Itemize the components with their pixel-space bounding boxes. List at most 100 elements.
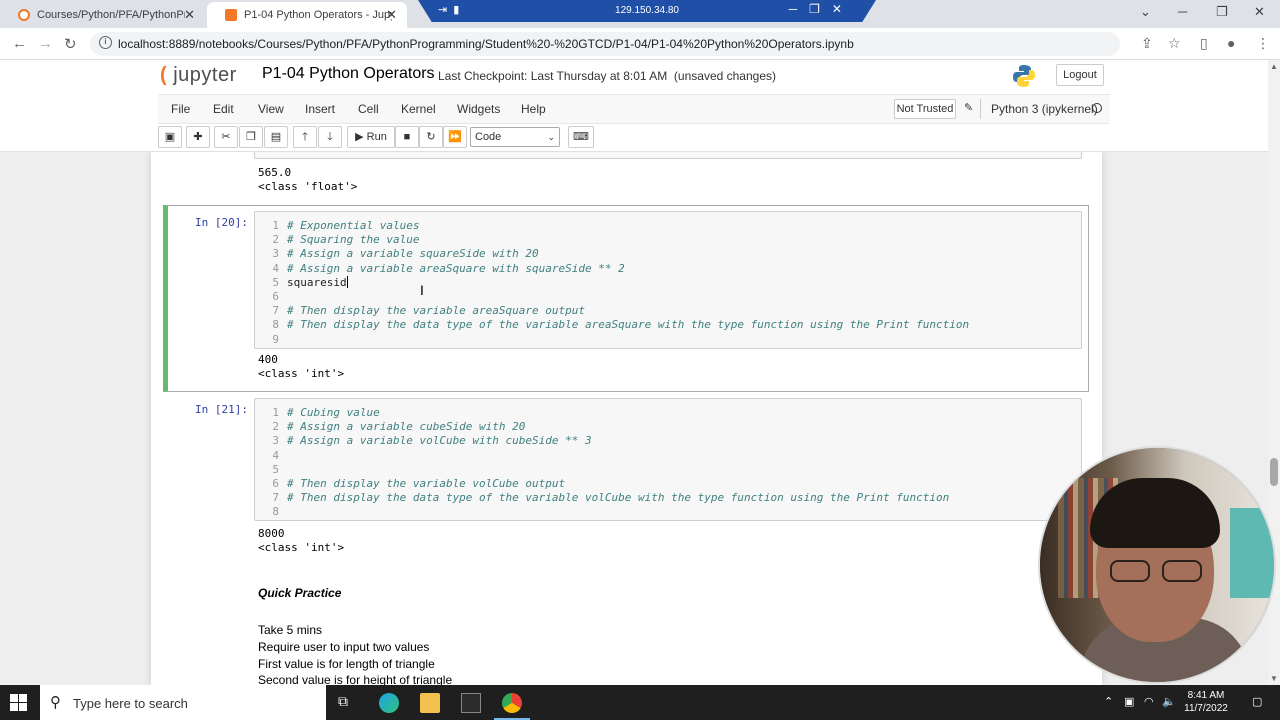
insert-cell-button[interactable]: ✚ [186, 126, 210, 148]
share-icon[interactable]: ⇪ [1141, 35, 1153, 52]
jupyter-header: ( jupyter P1-04 Python Operators Last Ch… [0, 60, 1268, 152]
code-line: # Then display the data type of the vari… [287, 491, 950, 505]
unsaved-text: (unsaved changes) [673, 69, 776, 83]
code-line: # Assign a variable volCube with cubeSid… [287, 434, 592, 448]
address-input[interactable]: i localhost:8889/notebooks/Courses/Pytho… [90, 32, 1120, 56]
line-number: 2 [272, 420, 279, 434]
kernel-indicator[interactable]: Python 3 (ipykernel) [980, 99, 1108, 119]
save-button[interactable]: ▣ [158, 126, 182, 148]
forward-icon[interactable]: → [38, 35, 53, 52]
cut-button[interactable]: ✂ [214, 126, 238, 148]
jupyter-logo[interactable]: ( jupyter [160, 64, 237, 87]
side-panel-icon[interactable]: ▯ [1200, 35, 1208, 52]
task-view-icon[interactable]: ⧉ [338, 693, 358, 713]
run-button[interactable]: ▶ Run [347, 126, 395, 148]
menu-help[interactable]: Help [521, 102, 546, 116]
line-number: 6 [272, 476, 279, 490]
restart-button[interactable]: ↻ [419, 126, 443, 148]
fast-forward-icon: ⏩ [448, 131, 462, 143]
remote-window-controls-icon[interactable]: ─❐✕ [789, 2, 854, 16]
kernel-idle-icon [1092, 103, 1102, 113]
terminal-icon[interactable] [461, 693, 481, 713]
tab-label: Courses/Python/PFA/PythonProg [37, 9, 185, 21]
line-number: 2 [272, 233, 279, 247]
stop-icon: ■ [403, 131, 411, 143]
browser-tab-strip: Courses/Python/PFA/PythonProg ✕ P1-04 Py… [0, 0, 1280, 28]
cell-output: 8000 <class 'int'> [258, 527, 344, 555]
cell-type-select[interactable]: Code ⌄ [470, 127, 560, 147]
output-line: 400 [258, 353, 278, 366]
browser-menu-icon[interactable]: ⋮ [1256, 35, 1270, 52]
file-explorer-icon[interactable] [420, 693, 440, 713]
output-line: 565.0 [258, 166, 292, 179]
reload-icon[interactable]: ↻ [64, 35, 77, 53]
prev-cell-input[interactable] [254, 152, 1082, 159]
play-icon: ▶ [355, 131, 364, 143]
close-tab-icon[interactable]: ✕ [386, 7, 397, 23]
restart-run-all-button[interactable]: ⏩ [443, 126, 467, 148]
menu-insert[interactable]: Insert [305, 102, 335, 116]
windows-start-icon[interactable] [10, 694, 27, 711]
scroll-up-icon[interactable]: ▲ [1270, 62, 1278, 71]
restart-icon: ↻ [426, 131, 436, 143]
paste-button[interactable]: ▤ [264, 126, 288, 148]
code-text: squaresid [287, 275, 347, 289]
site-info-icon[interactable]: i [99, 36, 112, 49]
tab-notebook[interactable]: P1-04 Python Operators - Jupyte ✕ [207, 2, 407, 28]
markdown-line: Require user to input two values [258, 640, 430, 654]
output-line: <class 'int'> [258, 367, 345, 380]
close-tab-icon[interactable]: ✕ [184, 7, 195, 23]
restore-icon[interactable]: ❐ [1216, 4, 1228, 20]
edge-icon[interactable] [379, 693, 399, 713]
webcam-overlay [1038, 446, 1276, 684]
address-bar-row: ← → ↻ i localhost:8889/notebooks/Courses… [0, 28, 1280, 60]
taskbar-clock[interactable]: 8:41 AM 11/7/2022 [1180, 689, 1232, 715]
menu-edit[interactable]: Edit [213, 102, 234, 116]
volume-icon[interactable]: 🔈 [1162, 695, 1176, 708]
menu-cell[interactable]: Cell [358, 102, 379, 116]
jupyter-logo-text: jupyter [173, 64, 237, 86]
menu-view[interactable]: View [258, 102, 284, 116]
back-icon[interactable]: ← [12, 35, 27, 52]
search-icon: ⚲ [50, 694, 61, 711]
chrome-icon[interactable] [502, 693, 522, 713]
menu-file[interactable]: File [171, 102, 190, 116]
line-number: 7 [272, 491, 279, 505]
interrupt-button[interactable]: ■ [395, 126, 419, 148]
wifi-icon[interactable]: ◠ [1144, 695, 1154, 708]
profile-avatar-icon[interactable]: ● [1227, 35, 1235, 51]
python-logo-icon [1013, 65, 1035, 87]
menu-widgets[interactable]: Widgets [457, 102, 500, 116]
code-cell-editor[interactable]: 1 2 3 4 5 6 7 8 9 # Exponential values #… [254, 211, 1082, 349]
bookmark-star-icon[interactable]: ☆ [1168, 35, 1181, 52]
line-number: 5 [272, 462, 279, 476]
code-cell-editor[interactable]: 1 2 3 4 5 6 7 8 # Cubing value # Assign … [254, 398, 1082, 521]
move-down-button[interactable]: 🡓 [318, 126, 342, 148]
line-number: 4 [272, 261, 279, 275]
notifications-icon[interactable]: ▢ [1252, 695, 1262, 708]
not-trusted-button[interactable]: Not Trusted [894, 99, 956, 119]
copy-button[interactable]: ❐ [239, 126, 263, 148]
logout-button[interactable]: Logout [1056, 64, 1104, 86]
menu-kernel[interactable]: Kernel [401, 102, 436, 116]
show-hidden-icons-icon[interactable]: ⌃ [1104, 695, 1113, 708]
keyboard-icon: ⌨ [573, 131, 589, 143]
network-icon[interactable]: ▣ [1124, 695, 1134, 708]
close-window-icon[interactable]: ✕ [1254, 4, 1265, 20]
move-up-button[interactable]: 🡑 [293, 126, 317, 148]
markdown-heading: Quick Practice [258, 586, 342, 600]
command-palette-button[interactable]: ⌨ [568, 126, 594, 148]
code-line: # Then display the variable areaSquare o… [287, 304, 586, 318]
tab-courses[interactable]: Courses/Python/PFA/PythonProg ✕ [0, 2, 205, 28]
checkpoint-status: Last Checkpoint: Last Thursday at 8:01 A… [438, 69, 776, 83]
line-numbers: 1 2 3 4 5 6 7 8 [255, 406, 279, 520]
minimize-icon[interactable]: ─ [1178, 4, 1187, 19]
taskbar-search-input[interactable]: ⚲ Type here to search [40, 685, 326, 720]
output-line: 8000 [258, 527, 285, 540]
cell-type-value: Code [475, 131, 502, 143]
notebook-title[interactable]: P1-04 Python Operators [262, 65, 435, 83]
tab-search-icon[interactable]: ⌄ [1140, 4, 1151, 20]
edit-pencil-icon[interactable]: ✎ [964, 101, 973, 114]
markdown-line: First value is for length of triangle [258, 657, 435, 671]
line-number: 1 [272, 219, 279, 232]
